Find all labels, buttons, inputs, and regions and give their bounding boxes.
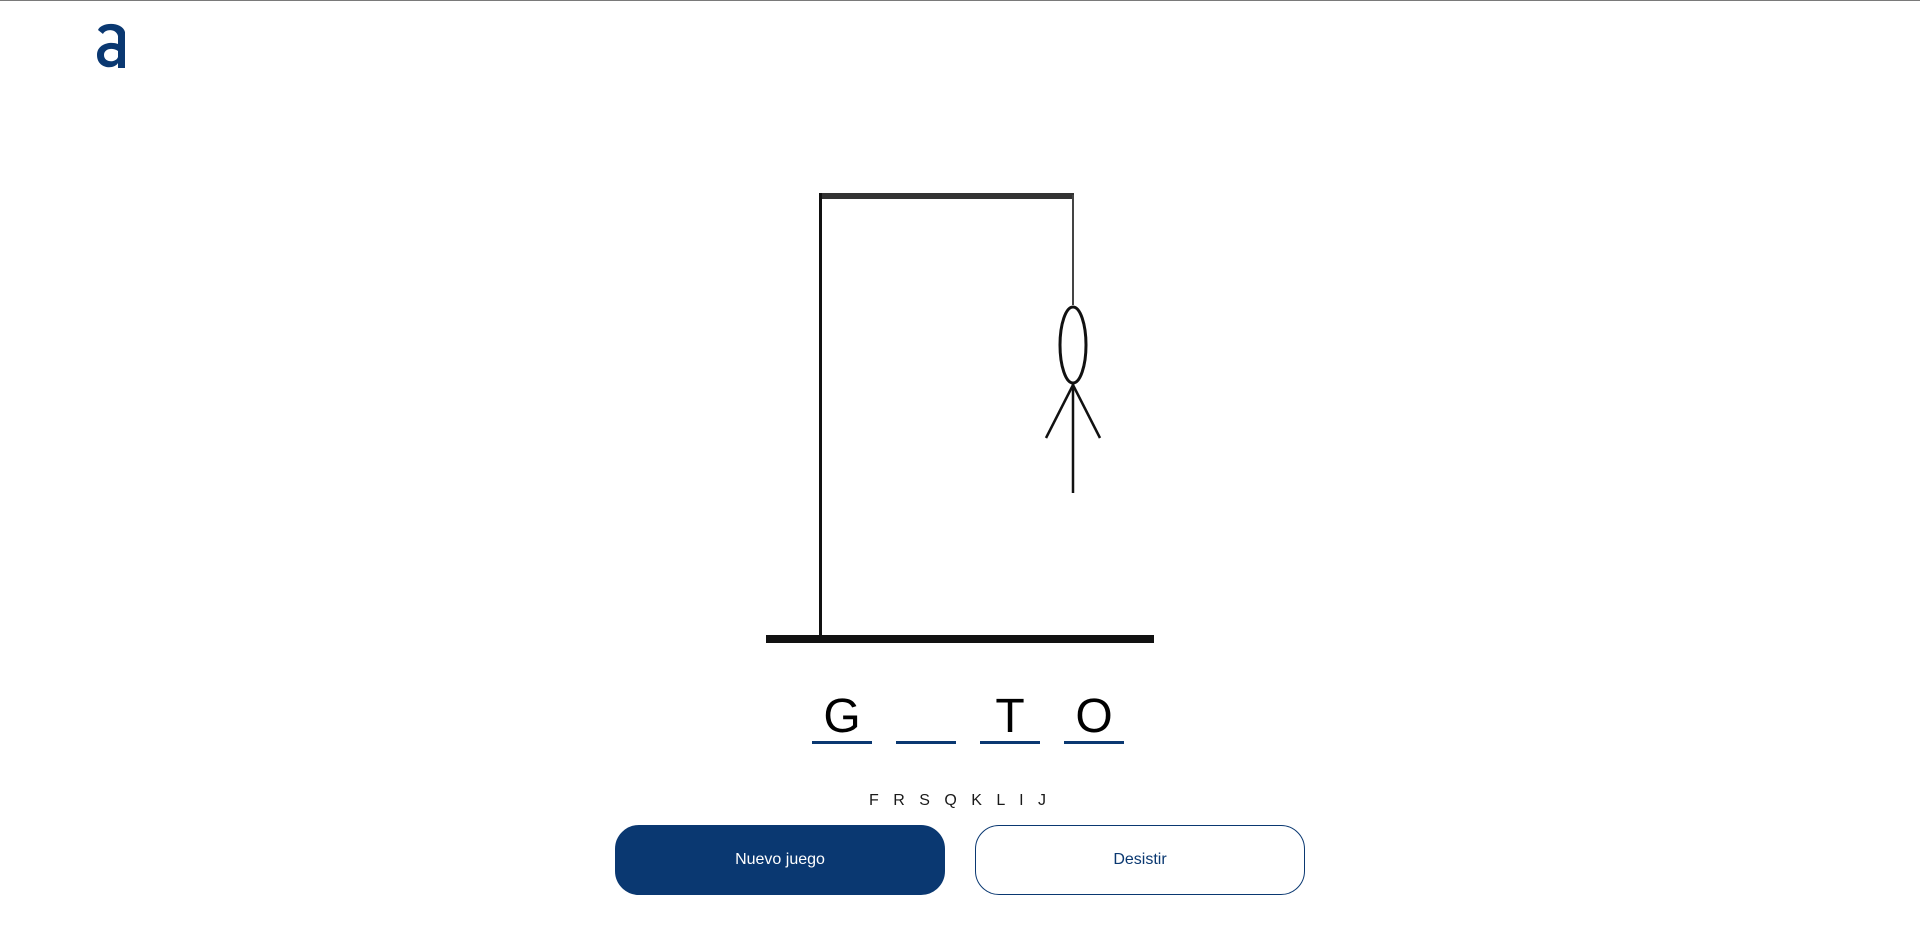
logo-icon[interactable]	[92, 18, 132, 72]
gallows-rope	[1072, 195, 1074, 305]
letter-slot	[896, 688, 956, 744]
letter-slot: O	[1064, 688, 1124, 744]
give-up-button[interactable]: Desistir	[975, 825, 1305, 895]
gallows-base	[766, 635, 1154, 643]
wrong-letters: F R S Q K L I J	[869, 792, 1051, 809]
new-game-button[interactable]: Nuevo juego	[615, 825, 945, 895]
word-display: G T O	[812, 688, 1124, 744]
letter-slot: T	[980, 688, 1040, 744]
hangman-left-arm	[1044, 384, 1075, 439]
action-buttons: Nuevo juego Desistir	[615, 825, 1305, 895]
hangman-drawing	[760, 185, 1160, 645]
gallows-top-beam	[820, 193, 1074, 199]
top-border	[0, 0, 1920, 1]
hangman-head	[1058, 305, 1088, 385]
hangman-right-arm	[1071, 384, 1102, 439]
letter-slot: G	[812, 688, 872, 744]
gallows-post	[819, 193, 822, 640]
